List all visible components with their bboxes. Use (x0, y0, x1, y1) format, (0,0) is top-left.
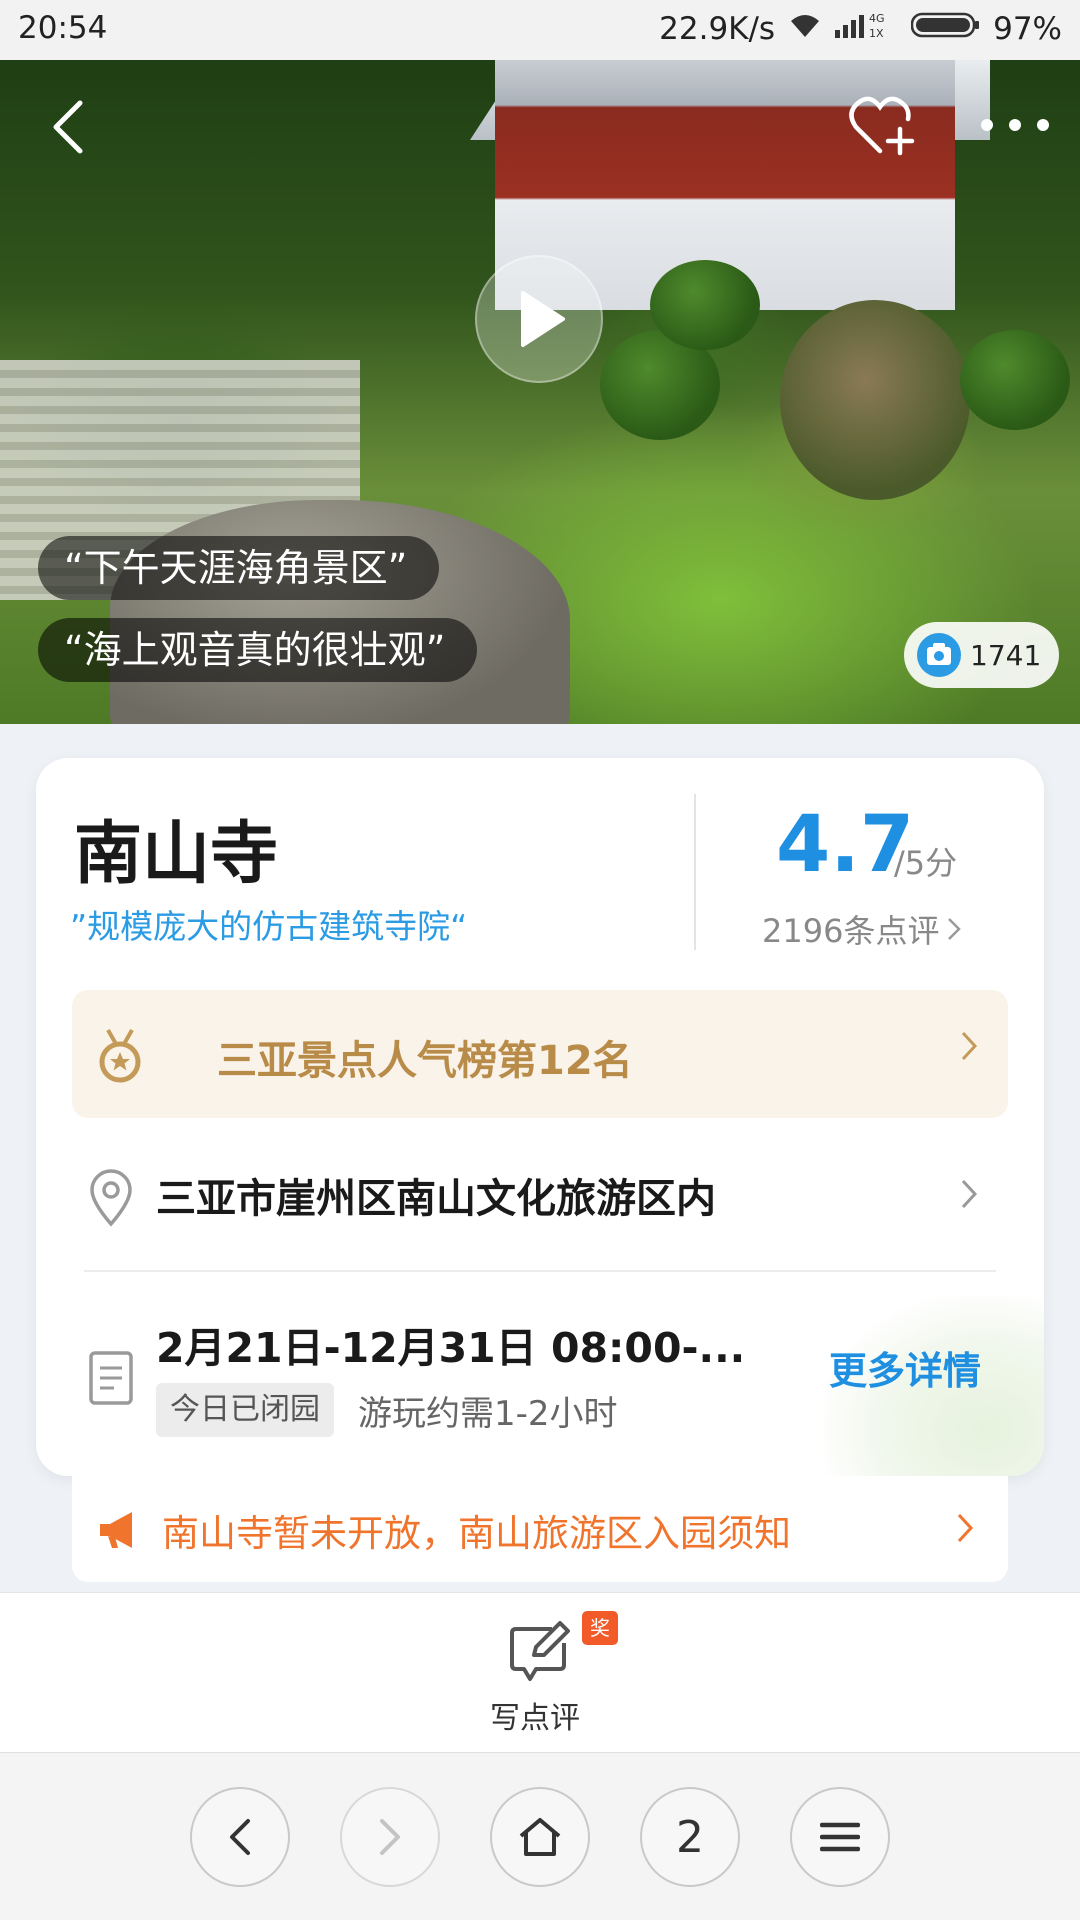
signal-icon: 4G 1X (835, 10, 899, 48)
entry-notice-banner[interactable]: 南山寺暂未开放，南山旅游区入园须知 (72, 1476, 1008, 1582)
status-right: 22.9K/s 4G 1X 97% (659, 10, 1062, 48)
write-review-label: 写点评 (490, 1701, 580, 1736)
location-pin-icon (90, 1169, 132, 1227)
write-review-bar[interactable]: 奖 写点评 (0, 1592, 1080, 1752)
review-quote: “海上观音真的很壮观” (38, 618, 478, 682)
more-details-link[interactable]: 更多详情 (829, 1340, 981, 1395)
photo-count-button[interactable]: 1741 (904, 622, 1060, 688)
review-count-link[interactable]: 2196条点评 (762, 906, 962, 952)
menu-icon (820, 1822, 860, 1852)
rock-graphic (110, 500, 570, 724)
network-type-4g: 4G (869, 12, 885, 25)
chevron-right-icon (961, 1031, 978, 1061)
review-count: 2196条点评 (762, 912, 940, 950)
notice-text: 南山寺暂未开放，南山旅游区入园须知 (162, 1512, 791, 1555)
address-text[interactable]: 三亚市崖州区南山文化旅游区内 (156, 1166, 716, 1224)
favorite-add-icon (849, 96, 915, 156)
network-type-1x: 1X (869, 27, 884, 40)
chevron-right-icon[interactable] (960, 1178, 978, 1210)
attraction-title: 南山寺 (74, 815, 279, 894)
opening-hours: 2月21日-12月31日 08:00-... (156, 1324, 746, 1372)
tree-graphic (780, 300, 970, 500)
closed-status-badge: 今日已闭园 (156, 1383, 334, 1437)
review-quote: “下午天涯海角景区” (38, 536, 440, 600)
document-icon (89, 1351, 133, 1405)
divider (84, 1270, 996, 1272)
bush-graphic (650, 260, 760, 350)
rating-scale: /5分 (894, 844, 958, 882)
play-icon (521, 291, 565, 347)
play-video-button[interactable] (475, 255, 603, 383)
ranking-label: 三亚景点人气榜第12名 (217, 1038, 633, 1084)
chevron-right-icon (380, 1819, 400, 1855)
nav-tabs-button[interactable]: 2 (640, 1787, 740, 1887)
browser-nav-bar: 2 (0, 1752, 1080, 1920)
battery-icon (910, 10, 981, 48)
wifi-icon (787, 11, 823, 47)
camera-icon (917, 633, 961, 677)
network-speed: 22.9K/s (659, 11, 776, 47)
visit-duration: 游玩约需1-2小时 (358, 1394, 618, 1434)
attraction-tagline: ”规模庞大的仿古建筑寺院“ (70, 907, 468, 946)
divider (694, 794, 696, 950)
nav-forward-button[interactable] (340, 1787, 440, 1887)
chevron-right-icon (948, 918, 962, 940)
photo-count-value: 1741 (970, 638, 1042, 672)
bush-graphic (960, 330, 1070, 430)
more-icon (981, 119, 1049, 131)
status-time: 20:54 (18, 10, 108, 46)
award-badge: 奖 (582, 1611, 618, 1645)
attraction-info-card: 南山寺 ”规模庞大的仿古建筑寺院“ 4.7 /5分 2196条点评 三亚景点人气… (36, 758, 1044, 1476)
nav-menu-button[interactable] (790, 1787, 890, 1887)
status-bar: 20:54 22.9K/s 4G 1X 97% (0, 0, 1080, 60)
chevron-right-icon (957, 1513, 974, 1543)
battery-percent: 97% (993, 11, 1062, 47)
back-button[interactable] (38, 92, 98, 162)
ranking-banner[interactable]: 三亚景点人气榜第12名 (72, 990, 1008, 1118)
tabs-count: 2 (676, 1811, 704, 1863)
favorite-button[interactable] (845, 92, 921, 162)
home-icon (519, 1818, 561, 1856)
nav-back-button[interactable] (190, 1787, 290, 1887)
chevron-left-icon (230, 1819, 250, 1855)
back-icon (53, 100, 83, 154)
megaphone-icon (100, 1512, 132, 1548)
more-button[interactable] (975, 105, 1055, 145)
medal-icon (99, 1029, 141, 1083)
nav-home-button[interactable] (490, 1787, 590, 1887)
write-review-icon (510, 1621, 570, 1681)
